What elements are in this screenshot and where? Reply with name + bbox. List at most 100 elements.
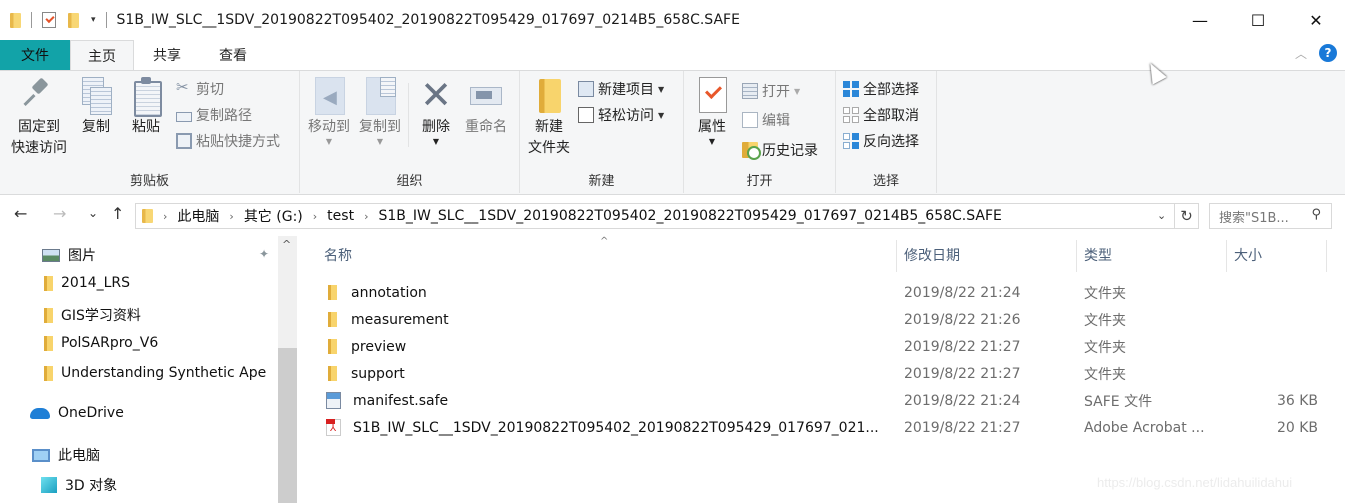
breadcrumb-drive-g[interactable]: 其它 (G:): [244, 206, 303, 226]
invert-selection-label: 反向选择: [863, 134, 919, 150]
column-divider[interactable]: [1226, 240, 1227, 272]
nav-item-gis[interactable]: GIS学习资料: [44, 305, 141, 325]
nav-pane-scrollbar[interactable]: ^: [278, 236, 297, 503]
column-header-date-modified[interactable]: 修改日期: [904, 236, 960, 274]
file-size: [1234, 333, 1318, 360]
delete-button[interactable]: ✕ 删除 ▼: [416, 76, 456, 146]
column-header-type[interactable]: 类型: [1084, 236, 1112, 274]
help-icon[interactable]: ?: [1319, 44, 1337, 62]
file-row[interactable]: annotation 2019/8/22 21:24 文件夹: [300, 279, 1345, 306]
back-button[interactable]: ←: [14, 204, 27, 223]
file-name: measurement: [351, 311, 449, 328]
file-row[interactable]: support 2019/8/22 21:27 文件夹: [300, 360, 1345, 387]
file-date: 2019/8/22 21:26: [904, 311, 1021, 328]
new-folder-button[interactable]: 新建 文件夹: [524, 77, 574, 159]
minimize-button[interactable]: —: [1171, 0, 1229, 40]
breadcrumb-current-folder[interactable]: S1B_IW_SLC__1SDV_20190822T095402_2019082…: [378, 208, 1001, 224]
open-button[interactable]: 打开 ▼: [742, 79, 800, 103]
invert-selection-icon: [843, 133, 859, 149]
group-label: 剪贴板: [129, 174, 169, 189]
copy-to-button[interactable]: 复制到 ▼: [356, 77, 404, 146]
file-name: S1B_IW_SLC__1SDV_20190822T095402_2019082…: [353, 419, 879, 436]
file-row[interactable]: manifest.safe 2019/8/22 21:24 SAFE 文件 36…: [300, 387, 1345, 414]
cut-button[interactable]: 剪切: [176, 77, 224, 101]
address-history-dropdown[interactable]: ⌄: [1157, 209, 1166, 222]
nav-item-pictures[interactable]: 图片: [42, 245, 96, 265]
select-all-icon: [843, 81, 859, 97]
tab-view[interactable]: 查看: [200, 40, 266, 70]
nav-item-label: 此电脑: [58, 448, 100, 464]
breadcrumb-separator[interactable]: ›: [364, 210, 368, 223]
breadcrumb-separator[interactable]: ›: [163, 210, 167, 223]
recent-locations-dropdown[interactable]: ⌄: [88, 206, 98, 220]
open-icon: [742, 83, 758, 99]
maximize-button[interactable]: ☐: [1229, 0, 1287, 40]
folder-icon: [44, 365, 53, 381]
file-size: [1234, 360, 1318, 387]
scroll-up-arrow-icon[interactable]: ^: [282, 238, 291, 251]
file-size: 36 KB: [1276, 392, 1318, 409]
title-bar: ▾ S1B_IW_SLC__1SDV_20190822T095402_20190…: [0, 0, 1345, 40]
column-header-name[interactable]: 名称: [324, 236, 352, 274]
nav-item-2014-lrs[interactable]: 2014_LRS: [44, 275, 130, 291]
properties-button[interactable]: 属性 ▼: [692, 77, 732, 146]
breadcrumb-separator[interactable]: ›: [229, 210, 233, 223]
file-row[interactable]: preview 2019/8/22 21:27 文件夹: [300, 333, 1345, 360]
chevron-down-icon: ▼: [376, 137, 384, 146]
pin-icon: [23, 77, 55, 113]
breadcrumb-this-pc[interactable]: 此电脑: [177, 206, 219, 226]
collapse-ribbon-icon[interactable]: ︿: [1295, 45, 1307, 62]
history-button[interactable]: 历史记录: [742, 138, 818, 162]
breadcrumb-separator[interactable]: ›: [313, 210, 317, 223]
onedrive-icon: [30, 407, 50, 419]
up-button[interactable]: ↑: [111, 204, 124, 223]
nav-item-understanding-sar[interactable]: Understanding Synthetic Ape: [44, 365, 278, 381]
copy-path-label: 复制路径: [196, 108, 252, 124]
easy-access-button[interactable]: 轻松访问 ▼: [578, 103, 664, 127]
file-type: SAFE 文件: [1084, 393, 1153, 410]
pinned-icon: ✦: [259, 247, 270, 261]
column-divider[interactable]: [1076, 240, 1077, 272]
select-all-button[interactable]: 全部选择: [843, 77, 919, 101]
rename-label: 重命名: [465, 119, 507, 135]
column-divider[interactable]: [896, 240, 897, 272]
customize-quick-access-dropdown[interactable]: ▾: [91, 15, 96, 25]
paste-shortcut-label: 粘贴快捷方式: [196, 134, 280, 150]
forward-button[interactable]: →: [53, 204, 66, 223]
copy-button[interactable]: 复制: [76, 77, 116, 138]
pin-to-quick-access-button[interactable]: 固定到 快速访问: [6, 77, 72, 159]
search-icon: ⚲: [1311, 207, 1321, 222]
new-item-button[interactable]: 新建项目 ▼: [578, 77, 664, 101]
column-header-size[interactable]: 大小: [1234, 236, 1262, 274]
edit-button[interactable]: 编辑: [742, 108, 790, 132]
tab-file[interactable]: 文件: [0, 40, 70, 70]
address-bar[interactable]: › 此电脑 › 其它 (G:) › test › S1B_IW_SLC__1SD…: [135, 203, 1175, 229]
history-icon: [742, 142, 761, 160]
nav-item-polsarpro[interactable]: PolSARpro_V6: [44, 335, 158, 351]
invert-selection-button[interactable]: 反向选择: [843, 129, 919, 153]
close-button[interactable]: ✕: [1287, 0, 1345, 40]
properties-quick-icon[interactable]: [42, 12, 56, 28]
copy-path-button[interactable]: 复制路径: [176, 103, 252, 127]
move-to-button[interactable]: 移动到 ▼: [305, 77, 353, 146]
paste-button[interactable]: 粘贴: [126, 77, 166, 138]
file-row[interactable]: measurement 2019/8/22 21:26 文件夹: [300, 306, 1345, 333]
search-input[interactable]: 搜索"S1B... ⚲: [1209, 203, 1332, 229]
column-divider[interactable]: [1326, 240, 1327, 272]
new-folder-quick-icon[interactable]: [68, 12, 79, 28]
rename-button[interactable]: 重命名: [462, 77, 510, 138]
easy-access-label: 轻松访问: [598, 108, 654, 124]
tab-share[interactable]: 共享: [134, 40, 200, 70]
scrollbar-thumb[interactable]: [278, 348, 297, 503]
file-row[interactable]: S1B_IW_SLC__1SDV_20190822T095402_2019082…: [300, 414, 1345, 441]
breadcrumb-test[interactable]: test: [327, 208, 354, 224]
nav-item-3d-objects[interactable]: 3D 对象: [41, 475, 117, 495]
nav-item-onedrive[interactable]: OneDrive: [30, 405, 124, 421]
file-type: 文件夹: [1084, 312, 1126, 329]
select-none-button[interactable]: 全部取消: [843, 103, 919, 127]
refresh-button[interactable]: ↻: [1175, 203, 1199, 229]
tab-home[interactable]: 主页: [70, 40, 134, 70]
paste-shortcut-button[interactable]: 粘贴快捷方式: [176, 129, 280, 153]
select-none-icon: [843, 107, 859, 123]
nav-item-this-pc[interactable]: 此电脑: [32, 445, 100, 465]
